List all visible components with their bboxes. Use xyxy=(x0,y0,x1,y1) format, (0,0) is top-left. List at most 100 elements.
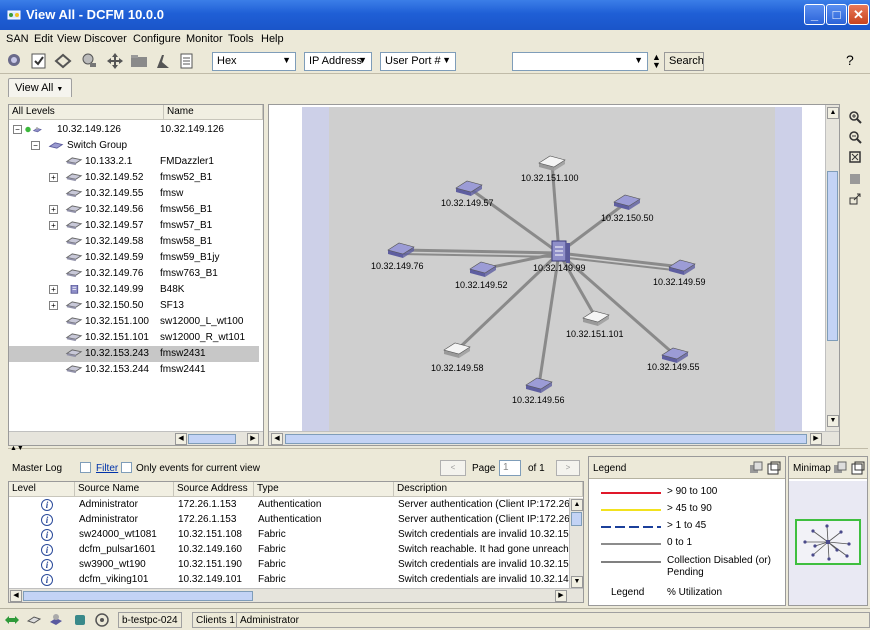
log-row[interactable]: i dcfm_pulsar1601 10.32.149.160 Fabric Switc… xyxy=(9,543,571,557)
topology-hub-node[interactable] xyxy=(551,240,570,263)
layout-icon[interactable] xyxy=(848,172,862,186)
search-input[interactable]: ▼ xyxy=(512,52,648,71)
expand-icon[interactable]: + xyxy=(49,301,58,310)
tree-row[interactable]: +10.32.149.56 fmsw56_B1 xyxy=(9,202,259,218)
tree-row[interactable]: 10.32.149.59 fmsw59_B1jy xyxy=(9,250,259,266)
cleanup-icon[interactable] xyxy=(154,52,172,70)
topology-node[interactable] xyxy=(661,347,689,363)
properties-icon[interactable] xyxy=(30,52,48,70)
tree-row[interactable]: +10.32.149.57 fmsw57_B1 xyxy=(9,218,259,234)
topology-node[interactable] xyxy=(387,242,415,258)
menu-tools[interactable]: Tools xyxy=(228,33,254,45)
log-horizontal-scrollbar[interactable]: ◀ ▶ xyxy=(9,588,583,602)
topology-node[interactable] xyxy=(668,259,696,275)
dock-icon[interactable] xyxy=(749,461,763,475)
scroll-thumb[interactable] xyxy=(188,434,236,444)
tree-row[interactable]: 10.32.149.55 fmsw xyxy=(9,186,259,202)
log-row[interactable]: i Administrator 172.26.1.153 Authentication… xyxy=(9,513,571,527)
page-number-input[interactable]: 1 xyxy=(499,460,521,476)
topology-node[interactable] xyxy=(525,377,553,393)
minimap-viewport[interactable] xyxy=(795,519,861,565)
folder-icon[interactable] xyxy=(130,52,148,70)
filter-checkbox[interactable] xyxy=(80,462,91,473)
close-button[interactable]: ✕ xyxy=(848,4,869,25)
col-header-name[interactable]: Name xyxy=(164,105,263,120)
tree-row[interactable]: +10.32.149.52 fmsw52_B1 xyxy=(9,170,259,186)
view-all-tab[interactable]: View All ▼ xyxy=(8,78,72,97)
scroll-right-icon[interactable]: ▶ xyxy=(555,590,567,602)
zoom-icon[interactable] xyxy=(80,52,98,70)
splitter-arrows-icon[interactable]: ▲▼ xyxy=(10,445,24,452)
collapse-icon[interactable]: − xyxy=(31,141,40,150)
minimap-canvas[interactable] xyxy=(789,481,867,605)
minimize-button[interactable]: _ xyxy=(804,4,825,25)
expand-icon[interactable]: + xyxy=(49,205,58,214)
collapse-icon[interactable]: − xyxy=(13,125,22,134)
tree-horizontal-scrollbar[interactable]: ◀ ▶ xyxy=(9,431,263,445)
next-page-button[interactable]: > xyxy=(556,460,580,476)
scroll-right-icon[interactable]: ▶ xyxy=(810,433,822,445)
log-row[interactable]: i sw3900_wt190 10.32.151.190 Fabric Switch c… xyxy=(9,558,571,572)
topology-horizontal-scrollbar[interactable]: ◀ ▶ xyxy=(269,431,839,445)
scroll-down-icon[interactable]: ▼ xyxy=(571,576,583,588)
scroll-up-icon[interactable]: ▲ xyxy=(571,499,583,511)
menu-view[interactable]: View xyxy=(57,33,81,45)
only-events-checkbox[interactable] xyxy=(121,462,132,473)
discover-icon[interactable] xyxy=(6,52,24,70)
topology-node[interactable] xyxy=(538,155,566,171)
menu-configure[interactable]: Configure xyxy=(133,33,181,45)
log-row[interactable]: i dcfm_viking101 10.32.149.101 Fabric Switch… xyxy=(9,573,571,587)
port-label-combo[interactable]: User Port # ▼ xyxy=(380,52,456,71)
menu-help[interactable]: Help xyxy=(261,33,284,45)
scroll-right-icon[interactable]: ▶ xyxy=(247,433,259,445)
col-header-type[interactable]: Type xyxy=(254,482,394,497)
address-combo[interactable]: IP Address ▼ xyxy=(304,52,372,71)
search-button[interactable]: Search xyxy=(664,52,704,71)
tree-row[interactable]: 10.32.153.244 fmsw2441 xyxy=(9,362,259,378)
scroll-left-icon[interactable]: ◀ xyxy=(175,433,187,445)
expand-icon[interactable]: + xyxy=(49,173,58,182)
scroll-left-icon[interactable]: ◀ xyxy=(10,590,22,602)
panel-splitter[interactable]: ▲▼ xyxy=(8,445,868,454)
scroll-thumb[interactable] xyxy=(285,434,807,444)
port-display-combo[interactable]: Hex ▼ xyxy=(212,52,296,71)
menu-edit[interactable]: Edit xyxy=(34,33,53,45)
maximize-button[interactable]: □ xyxy=(826,4,847,25)
tree-row[interactable]: 10.32.149.58 fmsw58_B1 xyxy=(9,234,259,250)
col-header-source-name[interactable]: Source Name xyxy=(75,482,174,497)
menu-discover[interactable]: Discover xyxy=(84,33,127,45)
tree-row[interactable]: − 10.32.149.126 10.32.149.126 xyxy=(9,122,259,138)
tree-row[interactable]: 10.32.151.100 sw12000_L_wt100 xyxy=(9,314,259,330)
tree-row[interactable]: +10.32.150.50 SF13 xyxy=(9,298,259,314)
col-header-source-address[interactable]: Source Address xyxy=(174,482,254,497)
scroll-thumb[interactable] xyxy=(827,171,838,341)
help-icon[interactable]: ? xyxy=(846,52,854,68)
scroll-left-icon[interactable]: ◀ xyxy=(271,433,283,445)
topology-node[interactable] xyxy=(582,310,610,326)
previous-page-button[interactable]: < xyxy=(440,460,466,476)
connect-icon[interactable] xyxy=(54,52,72,70)
tree-row[interactable]: 10.133.2.1 FMDazzler1 xyxy=(9,154,259,170)
topology-link[interactable] xyxy=(400,248,560,255)
topology-map[interactable]: 10.32.151.100 10.32.149.57 10.32.150.50 10.… xyxy=(269,105,829,435)
move-icon[interactable] xyxy=(106,52,124,70)
dock-icon[interactable] xyxy=(833,461,847,475)
topology-node[interactable] xyxy=(469,261,497,277)
restore-icon[interactable] xyxy=(767,461,781,475)
log-vertical-scrollbar[interactable]: ▲ ▼ xyxy=(569,498,583,590)
filter-link[interactable]: Filter xyxy=(96,463,118,474)
col-header-description[interactable]: Description xyxy=(394,482,583,497)
col-header-all-levels[interactable]: All Levels xyxy=(9,105,164,120)
zoom-in-icon[interactable] xyxy=(848,110,862,124)
scroll-up-icon[interactable]: ▲ xyxy=(827,107,839,119)
expand-icon[interactable]: + xyxy=(49,285,58,294)
log-row[interactable]: i Administrator 172.26.1.153 Authentication… xyxy=(9,498,571,512)
expand-icon[interactable]: + xyxy=(49,221,58,230)
restore-icon[interactable] xyxy=(851,461,865,475)
tree-row[interactable]: − Switch Group xyxy=(9,138,259,154)
scroll-thumb[interactable] xyxy=(571,512,582,526)
topology-vertical-scrollbar[interactable]: ▲ ▼ xyxy=(825,105,839,431)
scroll-thumb[interactable] xyxy=(23,591,253,601)
tree-row[interactable]: 10.32.149.76 fmsw763_B1 xyxy=(9,266,259,282)
tree-row[interactable]: +10.32.149.99 B48K xyxy=(9,282,259,298)
